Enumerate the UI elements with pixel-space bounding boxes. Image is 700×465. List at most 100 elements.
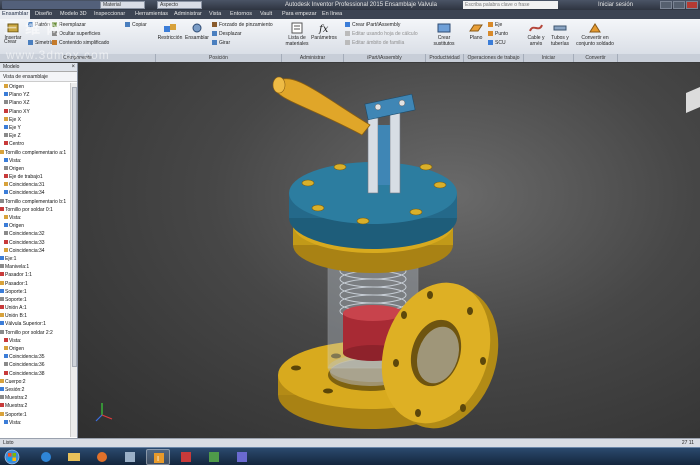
- axis-button[interactable]: Eje: [488, 22, 502, 29]
- tab-modelo-3d[interactable]: Modelo 3D: [58, 10, 89, 19]
- browser-tree-item[interactable]: Vista:: [0, 337, 70, 345]
- create-button[interactable]: Crear: [4, 39, 17, 46]
- taskbar-app2-button[interactable]: [174, 449, 198, 465]
- browser-tree-item[interactable]: Pasador:1: [0, 280, 70, 288]
- browser-tree-item[interactable]: Vista:: [0, 419, 70, 427]
- browser-tree-item[interactable]: Soporte:1: [0, 296, 70, 304]
- bom-button[interactable]: Lista de materiales: [284, 22, 310, 47]
- convert-weldment-button[interactable]: Convertir en conjunto soldado: [575, 22, 615, 47]
- browser-tree-item[interactable]: Plano YZ: [0, 91, 70, 99]
- edit-spreadsheet-button[interactable]: Editar usando hoja de cálculo: [345, 31, 418, 38]
- tube-pipe-button[interactable]: Tubos y tuberías: [548, 22, 572, 47]
- browser-tree-item[interactable]: Tornillo complementario b:1: [0, 198, 70, 206]
- browser-tree-item[interactable]: Coincidencia:32: [0, 230, 70, 238]
- tab-vista[interactable]: Vista: [207, 10, 223, 19]
- browser-tree-item[interactable]: Eje Y: [0, 124, 70, 132]
- appearance-combo[interactable]: Aspecto: [157, 1, 202, 9]
- browser-tree-item[interactable]: Cuerpo:2: [0, 378, 70, 386]
- panel-label-empty: [618, 54, 700, 62]
- browser-tree-item[interactable]: Unión A:1: [0, 304, 70, 312]
- taskbar-firefox-button[interactable]: [90, 449, 114, 465]
- browser-tree-item[interactable]: Coincidencia:33: [0, 239, 70, 247]
- tab-inspeccionar[interactable]: Inspeccionar: [92, 10, 127, 19]
- point-button[interactable]: Punto: [488, 31, 508, 38]
- create-ipart-button[interactable]: Crear iPart/iAssembly: [345, 22, 400, 29]
- substitutes-button[interactable]: Crear sustitutos: [428, 22, 460, 47]
- constraint-button[interactable]: Restricción: [157, 22, 183, 41]
- browser-tree-item[interactable]: Sesión:2: [0, 386, 70, 394]
- taskbar-inventor-button[interactable]: I: [146, 449, 170, 465]
- view-cube-icon[interactable]: [686, 87, 700, 113]
- browser-tree-item[interactable]: Muestra:2: [0, 402, 70, 410]
- browser-tree-item[interactable]: Tornillo por soldar 0:1: [0, 206, 70, 214]
- material-combo[interactable]: Material: [100, 1, 145, 9]
- cable-icon: [529, 24, 543, 32]
- tab-entornos[interactable]: Entornos: [228, 10, 254, 19]
- browser-tree-item[interactable]: Eje Z: [0, 132, 70, 140]
- assemble-button[interactable]: Ensamblar: [184, 22, 210, 41]
- plane-button[interactable]: Plano: [466, 22, 486, 41]
- parameters-button[interactable]: fx Parámetros: [311, 22, 337, 41]
- browser-tree-item[interactable]: Eje:1: [0, 255, 70, 263]
- browser-tree-item[interactable]: Coincidencia:34: [0, 247, 70, 255]
- browser-tree-item[interactable]: Centro: [0, 140, 70, 148]
- rotate-button[interactable]: Girar: [212, 40, 230, 47]
- browser-tree-item[interactable]: Origen: [0, 345, 70, 353]
- browser-tree-item[interactable]: Tornillo por soldar 2:2: [0, 329, 70, 337]
- tab-para-empezar[interactable]: Para empezar: [280, 10, 319, 19]
- browser-tree-item[interactable]: Origen: [0, 222, 70, 230]
- move-button[interactable]: Desplazar: [212, 31, 242, 38]
- browser-tree-item[interactable]: Muestra:2: [0, 394, 70, 402]
- browser-tree-item[interactable]: Eje X: [0, 116, 70, 124]
- browser-tree-item[interactable]: Eje de trabajo1: [0, 173, 70, 181]
- browser-tree-item[interactable]: Coincidencia:38: [0, 370, 70, 378]
- taskbar-app4-button[interactable]: [230, 449, 254, 465]
- valve-assembly-model[interactable]: [78, 63, 700, 438]
- browser-tree-item[interactable]: Coincidencia:36: [0, 361, 70, 369]
- search-input[interactable]: Escriba palabra clave o frase: [463, 1, 558, 9]
- copy-button[interactable]: Copiar: [125, 22, 147, 29]
- browser-tree-item[interactable]: Coincidencia:31: [0, 181, 70, 189]
- minimize-button[interactable]: [660, 1, 672, 9]
- close-icon[interactable]: ×: [71, 63, 75, 72]
- taskbar-app3-button[interactable]: [202, 449, 226, 465]
- browser-tree-item[interactable]: Soporte:1: [0, 288, 70, 296]
- browser-view-selector[interactable]: Vista de ensamblaje: [0, 72, 77, 82]
- browser-tree-item[interactable]: Coincidencia:35: [0, 353, 70, 361]
- tab-vault[interactable]: Vault: [258, 10, 274, 19]
- ucs-button[interactable]: SCU: [488, 40, 506, 47]
- browser-tree-item[interactable]: Vista:: [0, 157, 70, 165]
- browser-tree-item[interactable]: Pasador 1:1: [0, 271, 70, 279]
- graphics-viewport[interactable]: [78, 63, 700, 438]
- browser-tree-item[interactable]: Manivela:1: [0, 263, 70, 271]
- close-button[interactable]: [686, 1, 698, 9]
- axis-triad-icon: [95, 403, 113, 422]
- taskbar-ie-button[interactable]: [34, 449, 58, 465]
- cable-harness-button[interactable]: Cable y arnés: [525, 22, 547, 47]
- browser-tree-item[interactable]: Origen: [0, 83, 70, 91]
- tab-en-linea[interactable]: En línea: [320, 10, 344, 19]
- signin-link[interactable]: Iniciar sesión: [598, 0, 633, 10]
- start-button[interactable]: [3, 449, 21, 465]
- tab-herramientas[interactable]: Herramientas: [133, 10, 170, 19]
- taskbar-explorer-button[interactable]: [62, 449, 86, 465]
- browser-tree-item[interactable]: Unión B:1: [0, 312, 70, 320]
- browser-tree-item[interactable]: Plano XZ: [0, 99, 70, 107]
- maximize-button[interactable]: [673, 1, 685, 9]
- mirror-button[interactable]: Simetría: [28, 40, 54, 47]
- browser-tree-item[interactable]: Coincidencia:34: [0, 189, 70, 197]
- grounded-button[interactable]: Forzado de pinzamiento: [212, 22, 273, 29]
- browser-tree-item[interactable]: Vista:: [0, 214, 70, 222]
- browser-scrollbar[interactable]: [70, 83, 77, 437]
- browser-tree-item[interactable]: Origen: [0, 165, 70, 173]
- quick-access-toolbar[interactable]: [2, 1, 112, 9]
- tab-administrar[interactable]: Administrar: [172, 10, 204, 19]
- browser-tree-item[interactable]: Soporte:1: [0, 411, 70, 419]
- browser-tree-item[interactable]: Válvula Superior:1: [0, 320, 70, 328]
- browser-tree-item[interactable]: Plano XY: [0, 108, 70, 116]
- browser-tree-item[interactable]: Tornillo complementario a:1: [0, 149, 70, 157]
- simplified-content-button[interactable]: Contenido simplificado: [52, 40, 109, 47]
- scrollbar-thumb[interactable]: [72, 87, 77, 367]
- taskbar-app-button[interactable]: [118, 449, 142, 465]
- edit-family-button[interactable]: Editar ámbito de familia: [345, 40, 404, 47]
